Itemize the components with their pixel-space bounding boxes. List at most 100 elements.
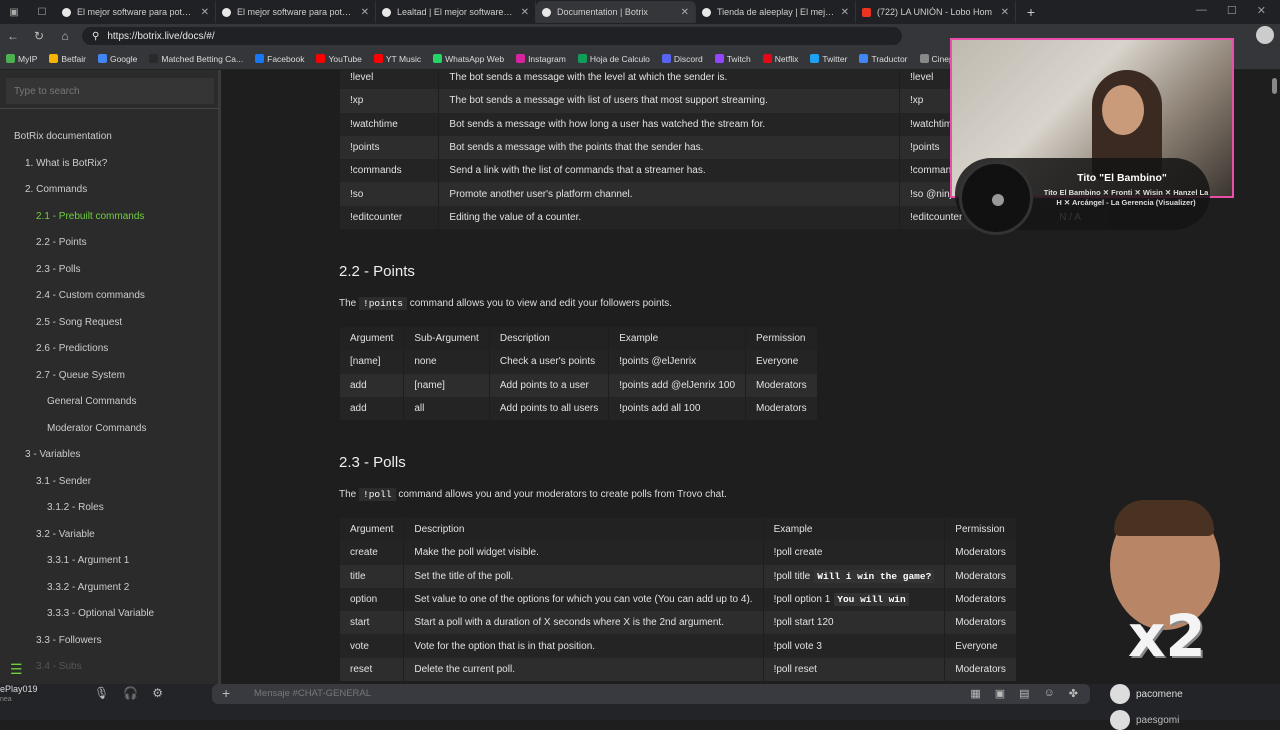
close-tab-icon[interactable]: ✕ [201, 7, 209, 18]
bookmark-item[interactable]: Google [97, 53, 138, 64]
browser-tab[interactable]: Documentation | Botrix ✕ [536, 1, 696, 23]
profile-avatar[interactable] [1256, 26, 1274, 44]
microphone-icon[interactable]: 🎙 [94, 686, 109, 700]
toc-item[interactable]: BotRix documentation [0, 124, 218, 151]
toc-item[interactable]: 3.1 - Sender [0, 469, 218, 496]
minimize-icon[interactable]: — [1196, 4, 1207, 17]
toc-item[interactable]: 3.3.3 - Optional Variable [0, 601, 218, 628]
browser-tab[interactable]: Tienda de aleeplay | El mejor softw ✕ [696, 1, 856, 23]
close-tab-icon[interactable]: ✕ [681, 7, 689, 18]
emoji-icon[interactable]: ☺ [1044, 687, 1055, 700]
table-cell: add [338, 373, 404, 397]
apps-icon[interactable]: ✤ [1069, 687, 1078, 700]
toc-item[interactable]: 3.3 - Followers [0, 628, 218, 655]
bookmark-item[interactable]: Netflix [762, 54, 798, 64]
table-row: [name] none Check a user's points !points @… [338, 350, 817, 374]
bookmark-item[interactable]: YT Music [373, 54, 421, 64]
column-header: Permission [944, 518, 1016, 542]
browser-tab[interactable]: El mejor software para potenciar ✕ [216, 1, 376, 23]
table-cell: Add points to all users [488, 396, 609, 421]
table-cell: !poll title Will i win the game? [762, 564, 945, 588]
bookmark-label: Google [109, 53, 138, 64]
toc-item[interactable]: 2.4 - Custom commands [0, 283, 218, 310]
gift-icon[interactable]: ▦ [970, 687, 980, 700]
sticker-icon[interactable]: ▤ [1019, 687, 1029, 700]
bookmark-favicon-icon [316, 54, 326, 63]
browser-tab[interactable]: (722) LA UNIÓN - Lobo Hom ✕ [856, 1, 1016, 23]
close-window-icon[interactable]: ✕ [1257, 4, 1266, 17]
page-scrollbar[interactable] [1270, 70, 1280, 690]
bookmark-item[interactable]: WhatsApp Web [433, 54, 504, 64]
new-tab-button[interactable]: + [1016, 4, 1046, 20]
maximize-icon[interactable]: ☐ [1227, 4, 1237, 17]
bookmark-item[interactable]: Instagram [516, 54, 566, 64]
toc-item[interactable]: 3.3.1 - Argument 1 [0, 548, 218, 575]
url-text: https://botrix.live/docs/#/ [107, 30, 215, 42]
now-playing-song: Tito "El Bambino" [1077, 172, 1167, 184]
hamburger-menu-icon[interactable]: ☰ [10, 661, 23, 678]
table-cell: all [403, 396, 490, 421]
back-icon[interactable]: ← [0, 29, 26, 43]
table-cell: [name] [403, 373, 490, 397]
table-header-row: Argument Sub-Argument Description Example Pe… [338, 327, 817, 351]
toc-item[interactable]: 2.7 - Queue System [0, 363, 218, 390]
close-tab-icon[interactable]: ✕ [1001, 7, 1009, 18]
browser-tab[interactable]: Lealtad | El mejor software para p ✕ [376, 1, 536, 23]
close-tab-icon[interactable]: ✕ [521, 7, 529, 18]
close-tab-icon[interactable]: ✕ [361, 7, 369, 18]
toc-item[interactable]: 2. Commands [0, 177, 218, 204]
site-info-icon[interactable]: ⚲ [92, 31, 99, 42]
toc-item[interactable]: 1. What is BotRix? [0, 151, 218, 178]
search-input[interactable]: Type to search [6, 78, 214, 104]
column-header: Permission [745, 327, 817, 351]
tab-list-icon[interactable]: ☐ [28, 7, 56, 18]
table-header-row: Argument Description Example Permission [338, 518, 1016, 542]
bookmark-favicon-icon [97, 54, 107, 63]
bookmark-item[interactable]: Discord [661, 54, 703, 64]
toc-item[interactable]: 3.4 - Subs [0, 654, 218, 681]
close-tab-icon[interactable]: ✕ [841, 7, 849, 18]
member-list-item[interactable]: paesgomi [1110, 710, 1179, 730]
tab-actions-icon[interactable]: ▣ [0, 7, 28, 18]
toc-item[interactable]: Moderator Commands [0, 416, 218, 443]
toc-item[interactable]: 2.3 - Polls [0, 257, 218, 284]
add-attachment-icon[interactable]: + [222, 685, 230, 701]
home-icon[interactable]: ⌂ [52, 29, 78, 43]
table-row: vote Vote for the option that is in that … [338, 634, 1016, 658]
headphones-icon[interactable]: 🎧 [123, 686, 138, 700]
toc-item[interactable]: 2.2 - Points [0, 230, 218, 257]
points-command-code: !points [359, 297, 407, 310]
toc-item[interactable]: 3.1.2 - Roles [0, 495, 218, 522]
bookmark-item[interactable]: Twitch [714, 54, 751, 64]
toc-item[interactable]: 2.5 - Song Request [0, 310, 218, 337]
settings-gear-icon[interactable]: ⚙ [152, 686, 163, 700]
column-header: Example [608, 327, 746, 351]
bookmark-item[interactable]: Hoja de Calculo [577, 54, 650, 64]
toc-item[interactable]: 2.6 - Predictions [0, 336, 218, 363]
table-cell: Vote for the option that is in that posi… [403, 634, 764, 658]
bookmark-item[interactable]: YouTube [316, 54, 362, 64]
reload-icon[interactable]: ↻ [26, 29, 52, 43]
table-cell: Delete the current poll. [403, 657, 764, 682]
bookmark-label: Instagram [528, 53, 566, 64]
address-bar[interactable]: ⚲ https://botrix.live/docs/#/ [82, 27, 902, 45]
browser-tab[interactable]: El mejor software para potenciar ✕ [56, 1, 216, 23]
table-cell: !poll create [762, 541, 945, 565]
bookmark-item[interactable]: Matched Betting Ca... [149, 54, 243, 64]
bookmark-item[interactable]: Traductor [859, 54, 908, 64]
bookmark-item[interactable]: Betfair [49, 54, 86, 64]
toc-item[interactable]: 3.2 - Variable [0, 522, 218, 549]
message-input[interactable]: + Mensaje #CHAT-GENERAL ▦ ▣ ▤ ☺ ✤ [212, 684, 1090, 704]
member-list-item[interactable]: pacomene [1110, 684, 1183, 704]
scrollbar-thumb[interactable] [1272, 78, 1277, 94]
example-text: !poll start 120 [773, 617, 834, 629]
bookmark-item[interactable]: MyIP [6, 54, 37, 64]
toc-item[interactable]: 3 - Variables [0, 442, 218, 469]
bookmark-item[interactable]: Twitter [810, 54, 847, 64]
table-cell: create [338, 541, 404, 565]
gif-icon[interactable]: ▣ [995, 687, 1005, 700]
bookmark-item[interactable]: Facebook [255, 54, 304, 64]
toc-item[interactable]: 2.1 - Prebuilt commands [0, 204, 218, 231]
toc-item[interactable]: 3.3.2 - Argument 2 [0, 575, 218, 602]
toc-item[interactable]: General Commands [0, 389, 218, 416]
